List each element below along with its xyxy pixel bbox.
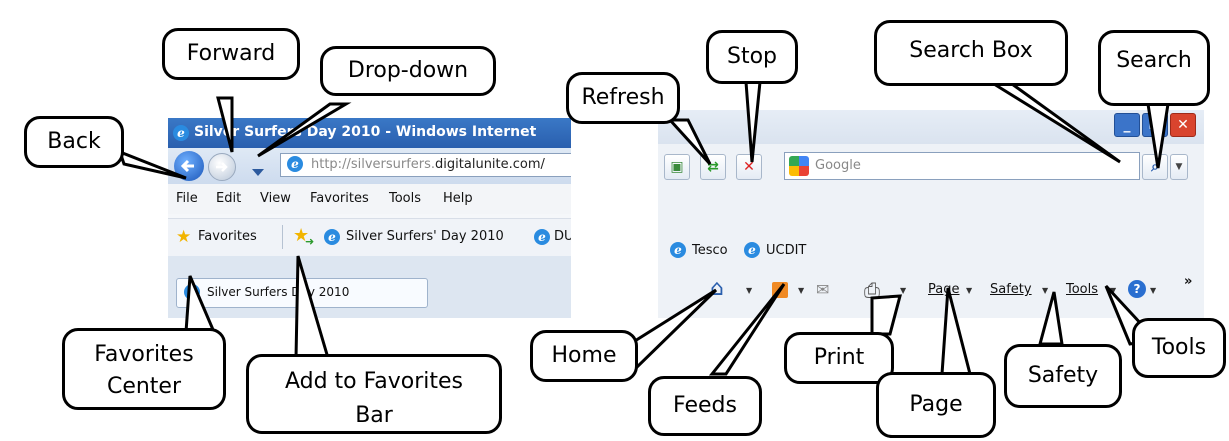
callout-refresh-text: Refresh — [581, 85, 665, 110]
callout-back: Back — [24, 116, 124, 168]
callout-feeds: Feeds — [648, 376, 762, 436]
callout-page: Page — [876, 372, 996, 438]
callout-tools: Tools — [1132, 318, 1226, 378]
callout-search-box: Search Box — [874, 20, 1068, 86]
callout-add-to-favorites-bar: Add to Favorites Bar — [246, 354, 502, 434]
refresh-pointer — [666, 118, 712, 166]
callout-safety: Safety — [1004, 344, 1122, 408]
stop-pointer — [744, 80, 762, 163]
home-pointer — [628, 288, 718, 371]
callout-print: Print — [784, 332, 894, 384]
callout-page-text: Page — [909, 392, 963, 417]
callout-home-text: Home — [551, 343, 617, 368]
callout-dropdown: Drop-down — [320, 46, 496, 96]
callout-search-box-text: Search Box — [909, 38, 1033, 63]
callout-print-text: Print — [813, 345, 865, 370]
search-pointer — [1146, 102, 1170, 169]
add-to-favorites-pointer — [294, 255, 331, 360]
back-pointer — [117, 149, 187, 180]
callout-favorites-center-text-2: Center — [106, 374, 182, 399]
callout-favorites-center-text-1: Favorites — [94, 342, 194, 367]
feeds-pointer — [708, 283, 786, 376]
callout-refresh: Refresh — [566, 72, 680, 124]
page-pointer — [940, 287, 972, 376]
forward-pointer — [216, 96, 234, 153]
callout-forward: Forward — [162, 28, 300, 80]
print-pointer — [870, 294, 902, 336]
callout-home: Home — [530, 330, 638, 382]
callout-search-text: Search — [1116, 48, 1192, 73]
safety-pointer — [1038, 291, 1064, 346]
callout-safety-text: Safety — [1027, 363, 1099, 388]
callout-forward-text: Forward — [186, 41, 276, 66]
callout-dropdown-text: Drop-down — [347, 58, 469, 83]
callout-add-to-favorites-text-2: Bar — [355, 403, 393, 428]
callout-feeds-text: Feeds — [673, 393, 737, 418]
callout-search: Search — [1098, 30, 1210, 106]
dropdown-pointer — [257, 102, 352, 158]
callout-tools-text: Tools — [1151, 335, 1207, 360]
callout-favorites-center: Favorites Center — [62, 328, 226, 410]
favorites-center-pointer — [184, 275, 217, 334]
callout-add-to-favorites-text-1: Add to Favorites — [284, 369, 464, 394]
callout-stop: Stop — [706, 30, 798, 84]
callout-stop-text: Stop — [726, 44, 777, 69]
callout-back-text: Back — [47, 129, 101, 154]
